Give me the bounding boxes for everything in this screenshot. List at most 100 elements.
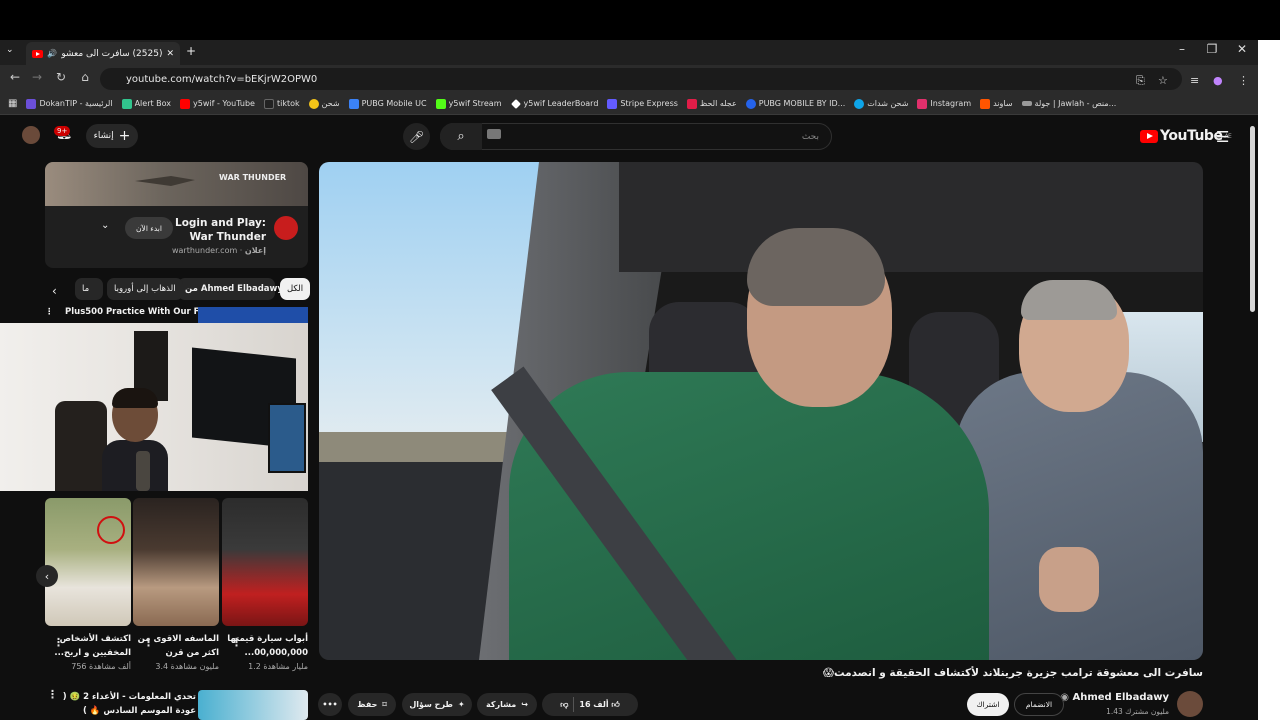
bookmark-item[interactable]: شحن xyxy=(308,98,340,109)
bookmark-item[interactable]: Instagram xyxy=(917,98,971,109)
right-gutter xyxy=(1258,40,1280,720)
short-views: 1.2 مليار مشاهدة xyxy=(248,662,308,671)
chip-more[interactable]: ما xyxy=(75,278,103,300)
bookmark-favicon-icon xyxy=(180,98,191,109)
bookmark-favicon-icon xyxy=(686,98,697,109)
bookmark-item[interactable]: Alert Box xyxy=(121,98,171,109)
chip-channel[interactable]: من Ahmed Elbadawy xyxy=(178,278,283,300)
video-player[interactable] xyxy=(319,162,1203,660)
save-button[interactable]: حفظ ⌑ xyxy=(348,693,396,716)
tab-close-icon[interactable]: ✕ xyxy=(166,49,174,59)
tab-active[interactable]: 🔊 (2525) سافرت الى معشوقة ز ✕ xyxy=(26,42,180,65)
bookmark-item[interactable]: شحن شدات xyxy=(854,98,908,109)
more-vert-icon[interactable]: ⋮ xyxy=(53,636,64,649)
shorts-prev-button[interactable]: ‹ xyxy=(36,565,58,587)
maximize-button[interactable]: ❐ xyxy=(1198,42,1226,56)
ad-cta-button[interactable]: ابدء الآن xyxy=(125,217,173,239)
short-info[interactable]: اكتشف الأشخاص المخفيين و اربح... 756 ألف… xyxy=(45,498,131,678)
profile-icon[interactable]: ● xyxy=(1213,74,1223,87)
more-vert-icon[interactable]: ⋮ xyxy=(231,636,242,649)
search-button[interactable]: ⌕ xyxy=(440,123,482,150)
short-info[interactable]: أبواب سيارة قيمتها 00,000,000... 1.2 ملي… xyxy=(222,498,308,678)
bookmark-item[interactable]: tiktok xyxy=(263,98,300,109)
share-button[interactable]: مشاركة ↪ xyxy=(477,693,537,716)
tab-search-icon[interactable]: ⌄ xyxy=(6,45,14,55)
plus-icon: + xyxy=(118,128,131,144)
chevron-left-icon: ‹ xyxy=(44,569,50,583)
avatar[interactable] xyxy=(22,126,40,144)
bookmark-item[interactable]: جولة | Jawlah - منص... xyxy=(1021,99,1116,108)
video-title: سافرت الى معشوقة ترامب جزيرة جرينلاند لأ… xyxy=(823,667,1203,679)
bookmark-item[interactable]: PUBG MOBILE BY ID... xyxy=(745,98,845,109)
channel-avatar[interactable] xyxy=(1177,691,1203,717)
hamburger-menu-icon[interactable]: ☰ xyxy=(1216,128,1229,146)
recommendation-thumbnail[interactable] xyxy=(198,690,308,720)
bookmark-item[interactable]: عجله الحظ xyxy=(686,98,737,109)
ad-card[interactable]: WAR THUNDER Login and Play: War Thunder … xyxy=(45,162,308,268)
apps-grid-icon[interactable]: ▦ xyxy=(8,98,17,109)
back-button[interactable]: ← xyxy=(6,70,24,84)
webcam-overlay xyxy=(0,323,308,491)
short-info[interactable]: الماسفه الاقوى من اكثر من قرن 3.4 مليون … xyxy=(133,498,219,678)
video-hand xyxy=(1039,547,1099,612)
video-roof xyxy=(619,162,1203,272)
channel-name[interactable]: ◉ Ahmed Elbadawy xyxy=(1060,692,1169,703)
minimize-button[interactable]: – xyxy=(1168,42,1196,56)
subscribe-button[interactable]: اشتراك xyxy=(967,693,1009,716)
microphone-image xyxy=(136,451,150,491)
chevron-down-icon[interactable]: ⌄ xyxy=(101,220,109,231)
create-button[interactable]: إنشاء + xyxy=(86,124,138,148)
forward-button[interactable]: → xyxy=(28,70,46,84)
tab-title: (2525) سافرت الى معشوقة ز xyxy=(61,48,163,59)
more-vert-icon[interactable]: ⋮ xyxy=(45,307,54,317)
address-bar[interactable]: youtube.com/watch?v=bEKjrW2OPW0 xyxy=(100,68,1182,90)
ask-button[interactable]: طرح سؤال ✦ xyxy=(402,693,472,716)
home-button[interactable]: ⌂ xyxy=(76,70,94,84)
recommendation-item[interactable]: ⋮ Plus500 Practice With Our Free xyxy=(45,305,308,323)
bookmark-item[interactable]: y5wif LeaderBoard xyxy=(510,98,598,109)
ad-banner-image[interactable]: WAR THUNDER xyxy=(45,162,308,206)
bookmark-favicon-icon xyxy=(917,98,928,109)
audio-icon[interactable]: 🔊 xyxy=(47,49,57,58)
video-passenger-body xyxy=(509,372,989,660)
bookmark-favicon-icon xyxy=(745,98,756,109)
bookmark-item[interactable]: y5wif - YouTube xyxy=(180,98,255,109)
recommendation-thumbnail[interactable] xyxy=(198,307,308,323)
dislike-button[interactable]: 👎︎ xyxy=(560,700,568,710)
close-window-button[interactable]: ✕ xyxy=(1228,42,1256,56)
jet-image xyxy=(135,176,195,186)
like-button[interactable]: 16 ألف 👍︎ xyxy=(579,700,619,710)
join-button[interactable]: الانضمام xyxy=(1014,693,1064,716)
chip-all[interactable]: الكل xyxy=(280,278,311,300)
bookmark-item[interactable]: DokanTIP - الرئيسية xyxy=(26,98,113,109)
youtube-favicon-icon xyxy=(32,49,43,58)
bookmark-star-icon[interactable]: ☆ xyxy=(1158,74,1168,87)
share-icon: ↪ xyxy=(521,700,528,709)
more-actions-button[interactable]: ••• xyxy=(318,693,342,716)
ad-banner-text: WAR THUNDER xyxy=(219,173,287,182)
bookmark-favicon-icon xyxy=(1021,101,1032,106)
bookmark-item[interactable]: ساوند xyxy=(980,98,1013,109)
bookmark-favicon-icon xyxy=(308,98,319,109)
chip-europe[interactable]: الذهاب إلى أوروبا xyxy=(107,278,183,300)
recommendation-item[interactable]: ⋮ تحدي المعلومات - الأعداء 2 🤢 ( عودة ال… xyxy=(45,688,308,720)
ad-brand-icon[interactable] xyxy=(274,216,298,240)
reload-button[interactable]: ↻ xyxy=(52,70,70,84)
more-vert-icon[interactable]: ⋮ xyxy=(143,636,154,649)
new-tab-button[interactable]: + xyxy=(186,44,196,58)
browser-menu-icon[interactable]: ⋮ xyxy=(1238,74,1249,87)
chevron-left-icon[interactable]: ‹ xyxy=(52,284,57,298)
tab-bar: ⌄ 🔊 (2525) سافرت الى معشوقة ز ✕ + xyxy=(0,40,1258,65)
chair-image xyxy=(55,401,107,491)
mic-icon[interactable]: 🎤︎ xyxy=(403,123,430,150)
streamer-image xyxy=(102,388,168,491)
install-app-icon[interactable]: ⎘ xyxy=(1136,74,1145,88)
scrollbar[interactable] xyxy=(1250,126,1255,312)
bookmark-item[interactable]: y5wif Stream xyxy=(435,98,502,109)
bookmark-favicon-icon xyxy=(263,98,274,109)
keyboard-icon[interactable] xyxy=(487,129,501,139)
bookmark-item[interactable]: Stripe Express xyxy=(607,98,678,109)
media-control-icon[interactable]: ≡ xyxy=(1190,74,1199,87)
bookmark-favicon-icon xyxy=(435,98,446,109)
bookmark-item[interactable]: PUBG Mobile UC xyxy=(348,98,427,109)
